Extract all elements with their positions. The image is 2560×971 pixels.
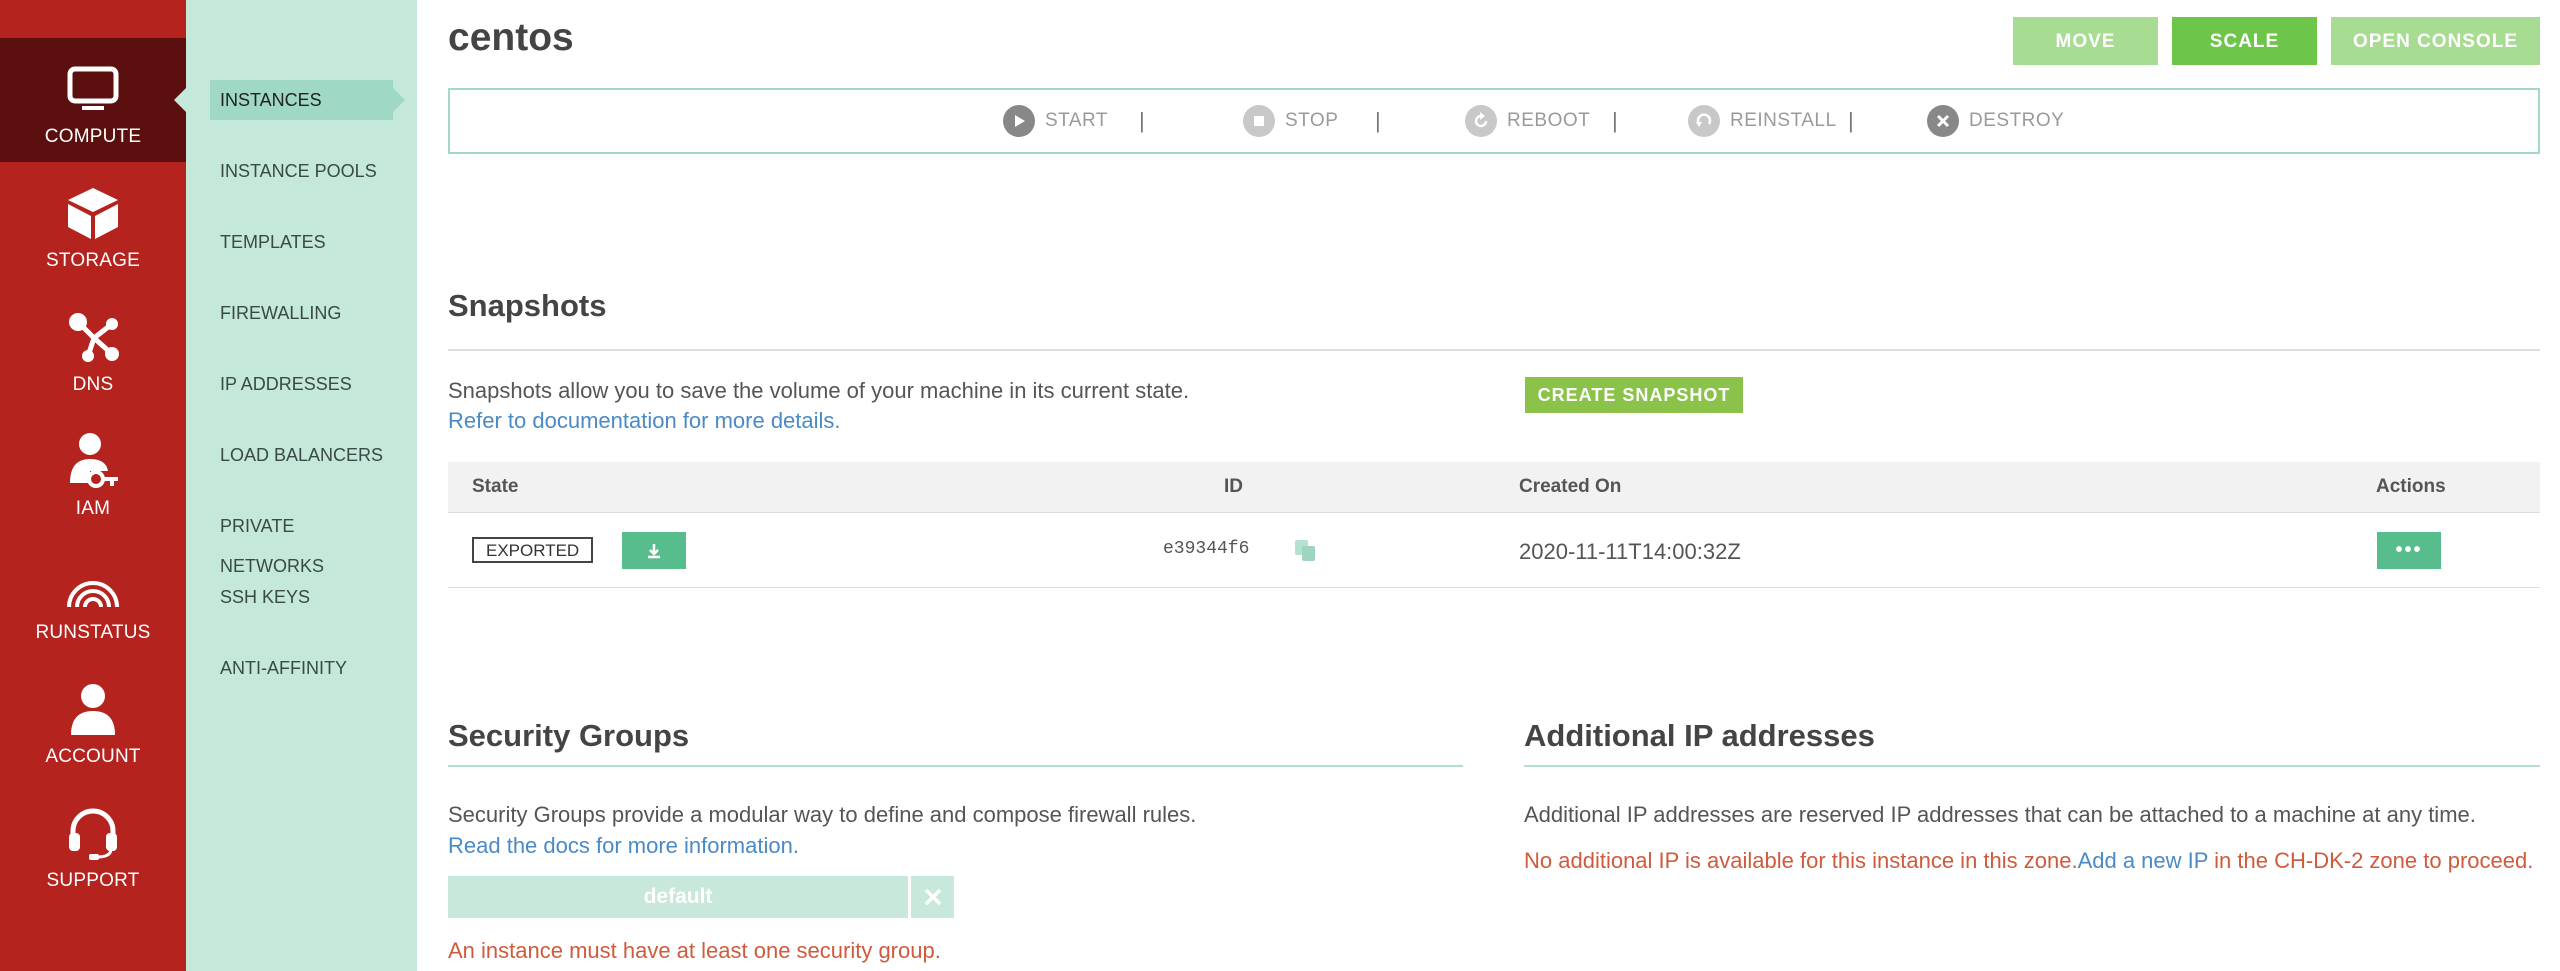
subnav-item-ssh-keys[interactable]: SSH KEYS [210, 577, 393, 617]
rail-item-runstatus[interactable]: RUNSTATUS [0, 534, 186, 658]
refresh-icon [1465, 105, 1497, 137]
message-text: No additional IP is available for this i… [1524, 848, 2078, 873]
table-row: EXPORTED e39344f6 2020-11-11T14:00:32Z •… [448, 513, 2540, 588]
snapshots-heading: Snapshots [448, 288, 607, 323]
start-button[interactable]: START [1003, 90, 1108, 152]
separator: | [1139, 108, 1145, 133]
create-snapshot-button[interactable]: CREATE SNAPSHOT [1525, 377, 1743, 413]
close-icon [924, 888, 941, 906]
column-header-created: Created On [1519, 476, 1622, 497]
rail-label: DNS [72, 374, 114, 395]
divider [1524, 765, 2540, 767]
separator: | [1375, 108, 1381, 133]
snapshots-description: Snapshots allow you to save the volume o… [448, 378, 1190, 403]
subnav-item-templates[interactable]: TEMPLATES [210, 222, 393, 262]
separator: | [1612, 108, 1618, 133]
move-button[interactable]: MOVE [2013, 17, 2158, 65]
primary-nav: COMPUTE STORAGE DNS IAM RUNSTATUS ACCOUN… [0, 0, 186, 971]
cube-icon [66, 186, 120, 240]
additional-ips-message: No additional IP is available for this i… [1524, 848, 2533, 874]
rail-label: SUPPORT [46, 870, 140, 891]
divider [448, 765, 1463, 767]
person-icon [69, 682, 117, 736]
main-content: centos MOVE SCALE OPEN CONSOLE START | S… [417, 0, 2560, 971]
rail-item-dns[interactable]: DNS [0, 286, 186, 410]
rail-label: STORAGE [46, 250, 140, 271]
security-groups-heading: Security Groups [448, 718, 690, 753]
signal-icon [64, 558, 122, 612]
page-title: centos [448, 16, 574, 59]
reinstall-button[interactable]: REINSTALL [1688, 90, 1837, 152]
destroy-button[interactable]: DESTROY [1927, 90, 2064, 152]
reinstall-icon [1688, 105, 1720, 137]
snapshots-doc-link[interactable]: Refer to documentation for more details. [448, 408, 841, 434]
rail-label: ACCOUNT [45, 746, 141, 767]
additional-ips-description: Additional IP addresses are reserved IP … [1524, 802, 2476, 827]
add-new-ip-link[interactable]: Add a new IP [2078, 848, 2208, 873]
remove-security-group-button[interactable] [911, 876, 954, 918]
stop-label: STOP [1285, 110, 1339, 131]
rail-item-support[interactable]: SUPPORT [0, 782, 186, 906]
snapshots-table-header: State ID Created On Actions [448, 462, 2540, 513]
open-console-button[interactable]: OPEN CONSOLE [2331, 17, 2540, 65]
divider [448, 349, 2540, 351]
snapshot-created-on: 2020-11-11T14:00:32Z [1519, 539, 1741, 564]
additional-ips-heading: Additional IP addresses [1524, 718, 1875, 753]
close-icon [1927, 105, 1959, 137]
message-text: in the CH-DK-2 zone to proceed. [2208, 848, 2534, 873]
instance-action-bar: START | STOP | REBOOT | REINSTALL | DEST… [448, 88, 2540, 154]
user-key-icon [66, 433, 120, 488]
subnav-item-private-networks[interactable]: PRIVATE NETWORKS [210, 506, 393, 576]
stop-button[interactable]: STOP [1243, 90, 1338, 152]
subnav-item-firewalling[interactable]: FIREWALLING [210, 293, 393, 333]
snapshot-id: e39344f6 [1163, 539, 1250, 559]
security-groups-doc-link[interactable]: Read the docs for more information. [448, 833, 799, 859]
reinstall-label: REINSTALL [1730, 110, 1837, 131]
active-indicator [174, 88, 186, 112]
headset-icon [67, 806, 119, 860]
more-actions-button[interactable]: ••• [2377, 532, 2441, 569]
copy-icon[interactable] [1293, 538, 1319, 564]
subnav-item-ip-addresses[interactable]: IP ADDRESSES [210, 364, 393, 404]
destroy-label: DESTROY [1969, 110, 2065, 131]
download-icon [648, 543, 660, 558]
rail-item-iam[interactable]: IAM [0, 410, 186, 534]
download-button[interactable] [622, 532, 686, 569]
scale-button[interactable]: SCALE [2172, 17, 2317, 65]
monitor-icon [67, 62, 119, 116]
rail-item-account[interactable]: ACCOUNT [0, 658, 186, 782]
secondary-nav: INSTANCES INSTANCE POOLS TEMPLATES FIREW… [186, 0, 417, 971]
rail-item-storage[interactable]: STORAGE [0, 162, 186, 286]
security-groups-description: Security Groups provide a modular way to… [448, 802, 1197, 827]
start-label: START [1045, 110, 1109, 131]
subnav-item-load-balancers[interactable]: LOAD BALANCERS [210, 435, 393, 475]
column-header-actions: Actions [2376, 476, 2446, 497]
security-group-tag: default [448, 876, 908, 918]
network-icon [66, 310, 120, 364]
rail-label: COMPUTE [44, 126, 142, 147]
rail-label: IAM [75, 498, 111, 519]
stop-icon [1243, 105, 1275, 137]
status-badge: EXPORTED [472, 537, 594, 563]
column-header-id: ID [1224, 476, 1243, 497]
subnav-item-instances[interactable]: INSTANCES [210, 80, 405, 120]
rail-label: RUNSTATUS [35, 622, 151, 643]
reboot-label: REBOOT [1507, 110, 1591, 131]
reboot-button[interactable]: REBOOT [1465, 90, 1590, 152]
play-icon [1003, 105, 1035, 137]
subnav-item-instance-pools[interactable]: INSTANCE POOLS [210, 151, 393, 191]
security-groups-warning: An instance must have at least one secur… [448, 938, 941, 963]
rail-item-compute[interactable]: COMPUTE [0, 38, 186, 162]
subnav-item-anti-affinity[interactable]: ANTI-AFFINITY [210, 648, 393, 688]
separator: | [1848, 108, 1854, 133]
column-header-state: State [472, 476, 519, 497]
